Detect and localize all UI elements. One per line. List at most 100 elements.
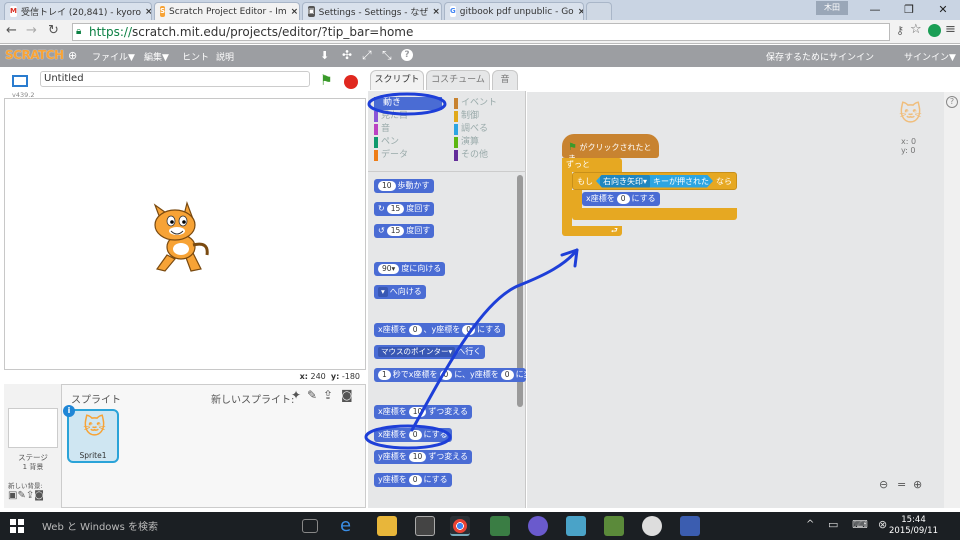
sprite-library-icon[interactable]: ✦	[291, 388, 301, 402]
tab-settings[interactable]: ▣ Settings - Settings - なぜ ×	[302, 2, 442, 20]
help-icon[interactable]: ?	[946, 96, 958, 108]
paint-icon[interactable]: ✎	[307, 388, 317, 402]
network-icon[interactable]: ⊗	[878, 518, 887, 531]
block-point-towards[interactable]: ▾ へ向ける	[374, 285, 426, 299]
category-8[interactable]: データ	[374, 149, 408, 162]
block-glide[interactable]: 1秒でx座標を0に、y座標を0に変	[374, 368, 526, 382]
minimize-icon[interactable]: —	[858, 0, 892, 20]
app-icon[interactable]	[490, 516, 510, 536]
category-6[interactable]: ペン	[374, 136, 399, 149]
windows-logo-icon[interactable]	[10, 519, 24, 533]
chrome-taskbar[interactable]	[450, 516, 470, 536]
shrink-icon[interactable]: ⤡	[382, 48, 392, 63]
zoom-in-icon[interactable]: ⊕	[913, 478, 922, 491]
stop-icon[interactable]	[344, 75, 358, 89]
star-icon[interactable]: ☆	[910, 22, 922, 37]
close-icon[interactable]: ×	[578, 7, 583, 17]
scratch-logo[interactable]: SCRATCH	[5, 48, 64, 62]
app-icon[interactable]	[528, 516, 548, 536]
block-change-y[interactable]: y座標を 10 ずつ変える	[374, 450, 473, 464]
help-icon[interactable]: ?	[401, 49, 413, 61]
back-icon[interactable]: ←	[6, 23, 17, 38]
stage-canvas[interactable]	[4, 98, 366, 370]
block-if[interactable]: もし 右向き矢印▾ キーが押された なら	[572, 172, 737, 190]
notification-icon[interactable]: ▭	[828, 518, 838, 531]
category-9[interactable]: その他	[454, 149, 488, 162]
block-change-x[interactable]: x座標を 10 ずつ変える	[374, 405, 473, 419]
block-point-direction[interactable]: 90▾ 度に向ける	[374, 262, 446, 276]
script-area[interactable]: ⚑ がクリックされたとき ずっと ⮐ もし 右向き矢印▾ キーが押された なら …	[527, 92, 944, 508]
new-tab-button[interactable]	[586, 2, 612, 20]
app-icon[interactable]	[566, 516, 586, 536]
store-icon[interactable]	[415, 516, 435, 536]
close-icon[interactable]: ×	[145, 7, 151, 17]
app-icon[interactable]	[642, 516, 662, 536]
restore-icon[interactable]: ❐	[892, 0, 926, 20]
tab-sounds[interactable]: 音	[492, 70, 518, 90]
forward-icon[interactable]: →	[26, 23, 37, 38]
taskbar-clock[interactable]: 15:44 2015/09/11	[889, 515, 938, 537]
cut-icon[interactable]: ✣	[342, 48, 352, 62]
extension-icon[interactable]	[928, 24, 941, 37]
reload-icon[interactable]: ↻	[48, 23, 59, 38]
category-5[interactable]: 調べる	[454, 123, 488, 136]
tab-costumes[interactable]: コスチューム	[426, 70, 490, 90]
zoom-reset-icon[interactable]: =	[897, 478, 906, 491]
block-key-pressed[interactable]: 右向き矢印▾ キーが押された	[596, 175, 713, 188]
project-title-input[interactable]: Untitled	[40, 71, 310, 87]
explorer-icon[interactable]	[377, 516, 397, 536]
tab-google[interactable]: G gitbook pdf unpublic - Go ×	[444, 2, 584, 20]
tab-scratch[interactable]: S Scratch Project Editor - Im ×	[154, 2, 300, 20]
block-set-x-script[interactable]: x座標を 0 にする	[582, 192, 660, 206]
upload-icon[interactable]: ⇪	[323, 388, 333, 402]
stage-thumbnail[interactable]	[8, 408, 58, 448]
menu-file[interactable]: ファイル▼	[92, 50, 135, 63]
menu-tips[interactable]: ヒント	[182, 50, 209, 63]
key-icon[interactable]: ⚷	[896, 24, 904, 37]
globe-icon[interactable]: ⊕	[68, 49, 77, 62]
sprite-thumbnail[interactable]: i 🐱︎ Sprite1	[63, 405, 119, 463]
block-goto-xy[interactable]: x座標を 0 、y座標を 0 にする	[374, 323, 506, 337]
tab-scripts[interactable]: スクリプト	[370, 70, 424, 90]
close-icon[interactable]: ×	[432, 7, 440, 17]
url-field[interactable]: 🔒︎ https://scratch.mit.edu/projects/edit…	[72, 23, 890, 41]
block-move-steps[interactable]: 10 歩動かす	[374, 179, 434, 193]
block-turn-left[interactable]: ↺ 15 度回す	[374, 224, 435, 238]
info-icon[interactable]: i	[63, 405, 75, 417]
app-icon[interactable]	[680, 516, 700, 536]
menu-edit[interactable]: 編集▼	[144, 50, 169, 63]
block-set-x[interactable]: x座標を 0 にする	[374, 428, 452, 442]
block-when-flag-clicked[interactable]: ⚑ がクリックされたとき	[562, 134, 659, 163]
green-flag-icon[interactable]: ⚑	[320, 73, 333, 89]
block-forever[interactable]: ずっと	[562, 158, 622, 172]
zoom-out-icon[interactable]: ⊖	[879, 478, 888, 491]
category-4[interactable]: 音	[374, 123, 390, 136]
camera-icon[interactable]: ◙	[341, 388, 353, 402]
chevron-up-icon[interactable]: ^	[806, 519, 814, 530]
category-3[interactable]: 制御	[454, 110, 479, 123]
taskbar-search[interactable]: Web と Windows を検索	[42, 518, 158, 533]
menu-about[interactable]: 説明	[216, 50, 234, 63]
grow-icon[interactable]: ⤢	[362, 48, 372, 63]
category-7[interactable]: 演算	[454, 136, 479, 149]
close-icon[interactable]: ×	[291, 7, 299, 17]
save-signin-notice[interactable]: 保存するためにサインイン	[766, 50, 874, 63]
duplicate-icon[interactable]: ⬇	[320, 49, 329, 62]
signin-menu[interactable]: サインイン▼	[904, 50, 956, 63]
tab-gmail[interactable]: M 受信トレイ (20,841) - kyoro ×	[4, 2, 152, 20]
app-icon[interactable]	[604, 516, 624, 536]
close-window-icon[interactable]: ✕	[926, 0, 960, 20]
menu-icon[interactable]: ≡	[945, 22, 956, 37]
block-goto[interactable]: マウスのポインター▾ へ行く	[374, 345, 486, 359]
fullscreen-icon[interactable]	[12, 75, 28, 87]
profile-badge[interactable]: 木田	[816, 1, 848, 15]
block-turn-right[interactable]: ↻ 15 度回す	[374, 202, 435, 216]
backdrop-tools-icons[interactable]: ▣✎⇪◙	[8, 490, 44, 501]
script-scrollbar[interactable]: ?	[944, 92, 960, 508]
cat-sprite[interactable]	[147, 195, 219, 275]
task-view-icon[interactable]	[302, 519, 318, 533]
category-0[interactable]: 動き	[374, 97, 442, 110]
keyboard-icon[interactable]: ⌨	[852, 518, 868, 531]
category-1[interactable]: イベント	[454, 97, 497, 110]
category-2[interactable]: 見た目	[374, 110, 408, 123]
